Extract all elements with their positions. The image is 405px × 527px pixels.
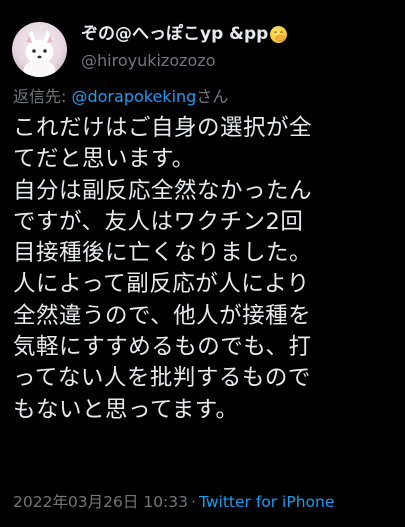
meta-separator: · <box>191 493 196 511</box>
author-handle[interactable]: @hiroyukizozozo <box>81 50 287 72</box>
tweet-text-line: 自分は副反応全然なかったん <box>13 177 313 204</box>
tweet-text-line: てだと思います。 <box>13 146 195 173</box>
tweet-text-line: これだけはご自身の選択が全 <box>13 115 313 141</box>
replying-to: 返信先: @dorapokekingさん <box>13 86 228 108</box>
author-names: ぞの@へっぽこyp &pp @hiroyukizozozo <box>81 23 288 72</box>
replying-to-suffix: さん <box>196 87 229 106</box>
tweet-text-line: 目接種後に亡くなりました。 <box>13 240 313 267</box>
author-display-name[interactable]: ぞの@へっぽこyp &pp <box>81 23 268 45</box>
tweet-text-line: もないと思ってます。 <box>13 396 239 423</box>
replying-to-prefix: 返信先: <box>13 87 72 106</box>
face-with-hand-over-mouth-icon <box>270 25 288 43</box>
tweet-text-line: 気軽にすすめるものでも、打 <box>13 334 312 361</box>
tweet: ぞの@へっぽこyp &pp @hiroyukizozozo 返信先: @dora… <box>0 0 405 527</box>
avatar[interactable] <box>12 22 67 77</box>
author-display-name-row[interactable]: ぞの@へっぽこyp &pp <box>81 23 288 45</box>
tweet-text-line: ですが、友人はワクチン2回 <box>13 208 304 235</box>
tweet-meta: 2022年03月26日 10:33 · Twitter for iPhone <box>13 491 334 513</box>
tweet-source-link[interactable]: Twitter for iPhone <box>199 493 334 511</box>
tweet-text-line: ってない人を批判するもので <box>13 365 311 392</box>
tweet-header: ぞの@へっぽこyp &pp @hiroyukizozozo <box>12 22 288 77</box>
tweet-text-line: 人によって副反応が人により <box>13 271 310 298</box>
avatar-fox-image <box>23 30 56 77</box>
mention-link[interactable]: @dorapokeking <box>71 87 196 106</box>
tweet-timestamp[interactable]: 2022年03月26日 10:33 <box>13 493 188 511</box>
tweet-text-line: 全然違うので、他人が接種を <box>13 302 312 329</box>
tweet-text: これだけはご自身の選択が全 てだと思います。 自分は副反応全然なかったん ですが… <box>13 113 395 426</box>
